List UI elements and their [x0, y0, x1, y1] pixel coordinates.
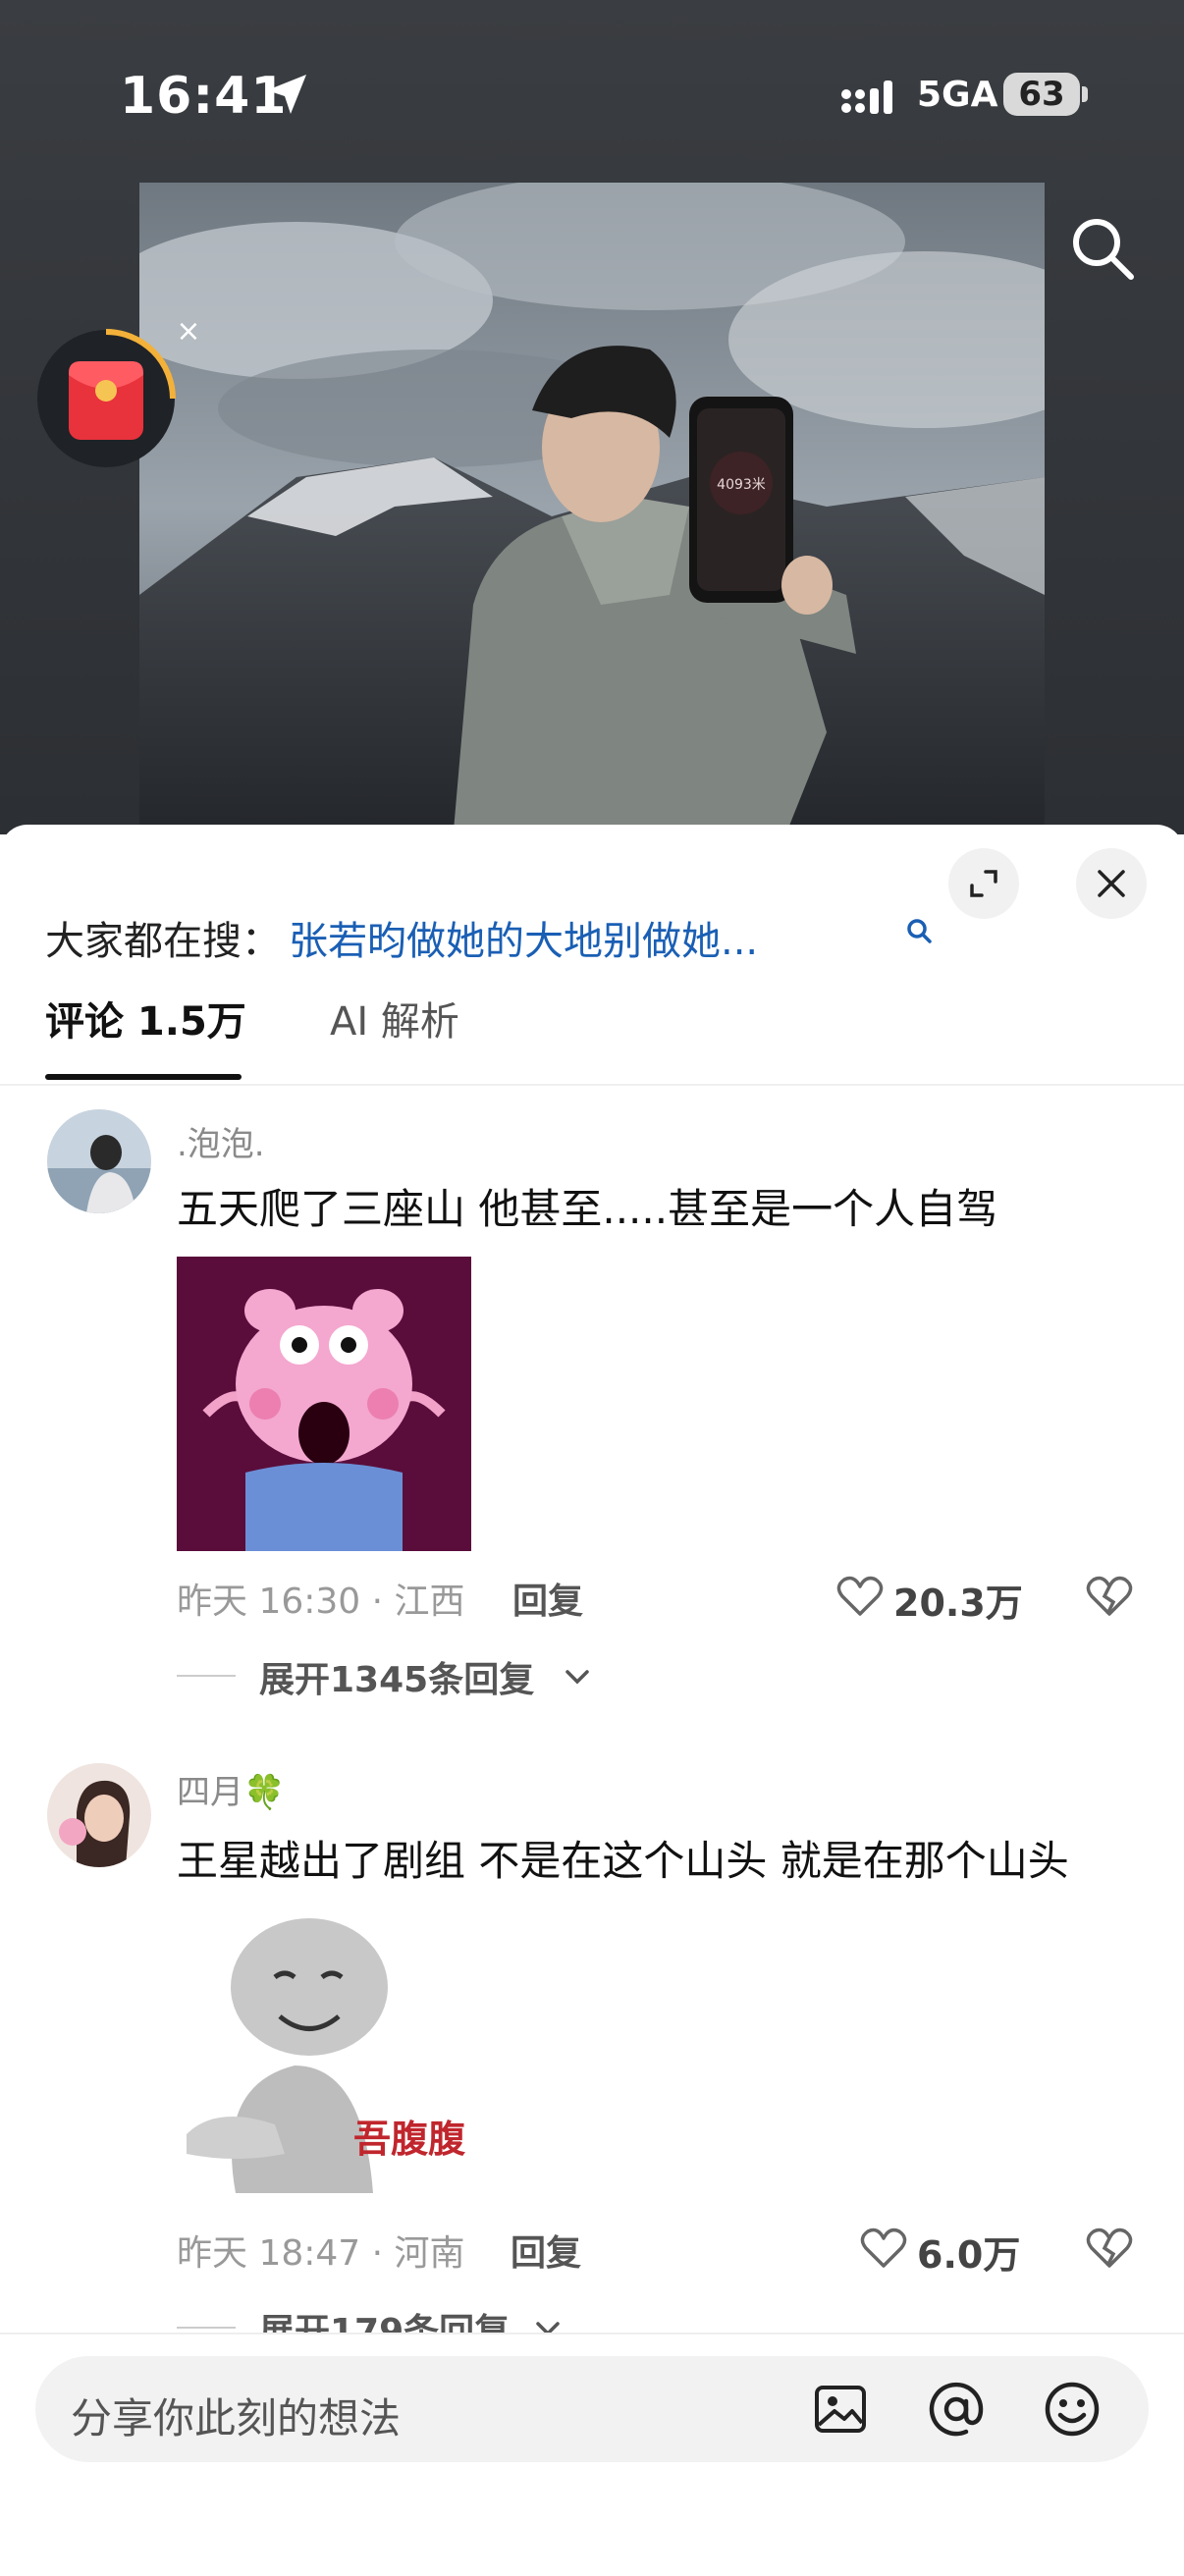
comment-username[interactable]: .泡泡. [177, 1117, 265, 1165]
close-icon [1098, 870, 1125, 897]
at-icon[interactable] [927, 2380, 986, 2439]
heart-icon[interactable] [860, 2227, 907, 2270]
comment-input-area: 分享你此刻的想法 [0, 2333, 1184, 2576]
battery-level: 63 [1018, 75, 1065, 114]
sticker-caption: 吾腹腹 [353, 2118, 466, 2161]
comment-sticker[interactable] [177, 1257, 471, 1551]
image-icon[interactable] [811, 2380, 870, 2439]
comment-panel: 大家都在搜： 张若昀做她的大地别做她... 评论 1.5万 AI 解析 .泡泡.… [0, 825, 1184, 2574]
comment-tabs: 评论 1.5万 AI 解析 [0, 972, 1184, 1086]
chevron-down-icon [565, 1670, 589, 1685]
phone-screen-text: 4093米 [717, 477, 766, 493]
broken-heart-icon[interactable] [1086, 2225, 1133, 2270]
avatar[interactable] [47, 1109, 151, 1213]
comment-input-placeholder[interactable]: 分享你此刻的想法 [71, 2386, 401, 2445]
comment-input[interactable]: 分享你此刻的想法 [35, 2356, 1149, 2462]
comment-meta: 昨天 16:30 · 江西 [177, 1582, 465, 1622]
video-thumbnail[interactable]: 4093米 [139, 183, 1045, 831]
expand-icon [970, 870, 997, 897]
reply-button[interactable]: 回复 [511, 2225, 581, 2276]
reply-button[interactable]: 回复 [512, 1573, 583, 1624]
expand-button[interactable] [948, 848, 1019, 919]
location-arrow-icon [267, 75, 306, 114]
hot-search-query[interactable]: 张若昀做她的大地别做她... [289, 909, 878, 966]
expand-replies-button[interactable]: 展开1345条回复 [259, 1651, 534, 1702]
battery-nub [1082, 86, 1088, 102]
close-panel-button[interactable] [1076, 848, 1147, 919]
video-scene: 4093米 [139, 183, 1045, 831]
red-packet-icon [37, 329, 176, 467]
emoji-icon[interactable] [1043, 2380, 1102, 2439]
tab-ai-analysis[interactable]: AI 解析 [330, 990, 459, 1046]
network-label: 5GA [917, 75, 998, 115]
heart-icon[interactable] [836, 1575, 884, 1618]
active-tab-indicator [45, 1074, 242, 1080]
comment-username[interactable]: 四月🍀 [177, 1765, 285, 1813]
red-packet-close-button[interactable]: × [167, 310, 210, 353]
status-bar: 16:41 5GA 63 [0, 0, 1184, 187]
avatar[interactable] [47, 1763, 151, 1867]
hot-search-prefix: 大家都在搜： [45, 919, 281, 964]
tab-comments[interactable]: 评论 1.5万 [45, 990, 246, 1046]
divider [177, 1675, 236, 1677]
comment-meta: 昨天 18:47 · 河南 [177, 2233, 465, 2274]
comment-text: 王星越出了剧组 不是在这个山头 就是在那个山头 [177, 1837, 1069, 1885]
comment-text: 五天爬了三座山 他甚至.....甚至是一个人自驾 [177, 1185, 998, 1233]
red-packet-widget[interactable] [35, 328, 183, 475]
search-icon[interactable] [905, 917, 933, 944]
search-icon[interactable] [1068, 214, 1137, 283]
battery-indicator: 63 [1003, 73, 1080, 116]
comment-sticker[interactable]: 吾腹腹 [177, 1908, 471, 2193]
divider [177, 2327, 236, 2329]
like-count: 20.3万 [893, 1582, 1023, 1625]
broken-heart-icon[interactable] [1086, 1573, 1133, 1618]
signal-icon [841, 80, 892, 114]
status-time: 16:41 [120, 67, 288, 126]
hot-search-bar[interactable]: 大家都在搜： 张若昀做她的大地别做她... [45, 866, 1027, 964]
like-count: 6.0万 [917, 2233, 1021, 2277]
video-area: 16:41 5GA 63 4093米 × [0, 0, 1184, 834]
